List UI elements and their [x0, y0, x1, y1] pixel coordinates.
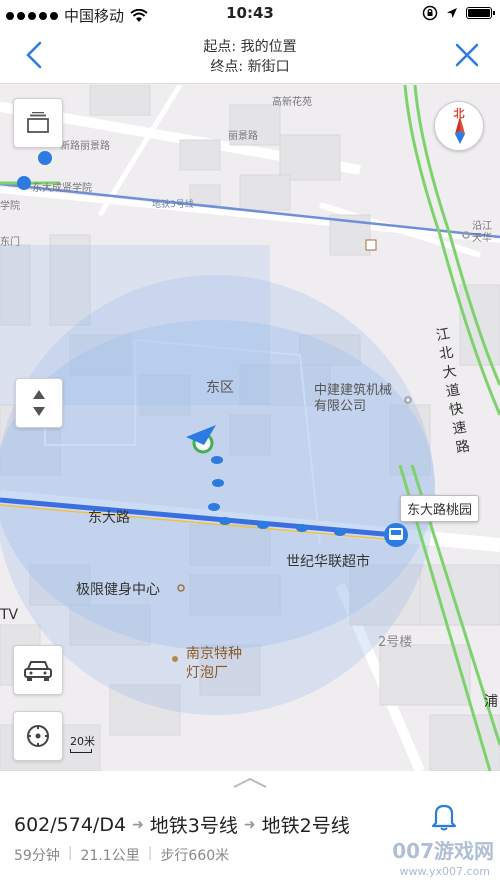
poi-pu[interactable]: 浦	[484, 691, 498, 711]
poi-east-zone[interactable]: 东区	[206, 377, 234, 397]
driving-mode-button[interactable]	[13, 645, 63, 695]
poi-dongmen[interactable]: 东门	[0, 233, 20, 248]
layers-icon	[27, 112, 49, 133]
route-meta: 59分钟 | 21.1公里 | 步行660米	[14, 845, 230, 864]
poi-jixian-gym[interactable]: 极限健身中心	[76, 579, 160, 599]
start-point: 起点: 我的位置	[203, 39, 297, 55]
bus-stop-xinlu-lijing[interactable]: 新路丽景路	[60, 137, 110, 152]
route-step-bus: 602/574/D4	[14, 813, 127, 836]
tilt-toggle-button[interactable]	[15, 378, 63, 428]
locate-me-button[interactable]	[13, 711, 63, 761]
scale-bar: 20米	[70, 733, 95, 753]
arrow-right-icon: ➜	[132, 816, 144, 833]
poi-yanjiang[interactable]: 沿江 天华	[472, 221, 492, 245]
scale-label: 20米	[70, 735, 95, 748]
poi-century-supermarket[interactable]: 世纪华联超市	[286, 551, 370, 571]
compass-needle-icon	[455, 116, 465, 144]
poi-zhongjian[interactable]: 中建建筑机械 有限公司	[314, 383, 392, 415]
watermark-url: www.yx007.com	[399, 865, 490, 878]
poi-building-2[interactable]: 2号楼	[378, 631, 412, 650]
route-duration: 59分钟	[14, 848, 60, 864]
route-steps: 602/574/D4 ➜ 地铁3号线 ➜ 地铁2号线	[14, 811, 350, 838]
poi-gaoxin-huayuan[interactable]: 高新花苑	[272, 93, 312, 108]
close-button[interactable]	[452, 40, 482, 70]
watermark-logo: 007游戏网	[392, 839, 494, 863]
route-endpoints[interactable]: 起点: 我的位置 终点: 新街口	[0, 37, 500, 77]
road-dongda: 东大路	[88, 510, 130, 526]
route-step-metro2: 地铁2号线	[261, 815, 350, 837]
car-icon	[24, 661, 52, 681]
bus-stop-callout[interactable]: 东大路桃园	[400, 495, 480, 522]
locate-icon	[27, 725, 49, 747]
road-lijing: 丽景路	[228, 131, 258, 142]
arrow-right-icon: ➜	[243, 816, 256, 833]
poi-xueyuan[interactable]: 学院	[0, 197, 20, 212]
bus-stop-dongcheng[interactable]: 东大成贤学院	[32, 179, 92, 194]
route-distance: 21.1公里	[80, 848, 140, 864]
poi-nanjing-lamp[interactable]: 南京特种 灯泡厂	[186, 645, 242, 683]
poi-tv[interactable]: TV	[0, 607, 18, 623]
compass-button[interactable]: 北	[434, 101, 484, 151]
metro-line-3-label: 地铁3号线	[152, 200, 194, 210]
map-view[interactable]: 高新花苑 丽景路 新路丽景路 东大成贤学院 学院 东门 地铁3号线 东区 中建建…	[0, 85, 500, 771]
layers-button[interactable]	[13, 98, 63, 148]
end-point: 终点: 新街口	[210, 59, 290, 75]
location-arrow-icon	[447, 8, 457, 18]
battery-icon	[466, 7, 495, 19]
route-summary-panel[interactable]: 602/574/D4 ➜ 地铁3号线 ➜ 地铁2号线 59分钟 | 21.1公里…	[0, 771, 500, 889]
reminder-bell-button[interactable]	[430, 801, 458, 831]
route-header: 起点: 我的位置 终点: 新街口	[0, 28, 500, 84]
status-bar: 中国移动 10:43	[0, 0, 500, 28]
orientation-lock-icon	[422, 5, 438, 21]
route-walking: 步行660米	[160, 848, 230, 864]
route-step-metro3: 地铁3号线	[149, 815, 238, 837]
up-down-arrows-icon	[33, 390, 45, 416]
chevron-up-icon[interactable]	[232, 775, 268, 789]
